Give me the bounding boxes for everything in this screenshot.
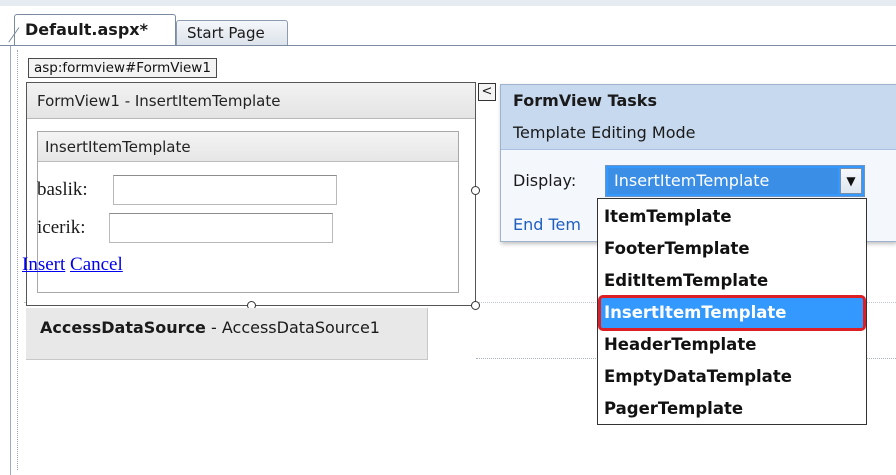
datasource-name: AccessDataSource1 bbox=[221, 318, 380, 337]
access-datasource-control[interactable]: AccessDataSource - AccessDataSource1 bbox=[26, 308, 428, 360]
dropdown-option-edititemtemplate[interactable]: EditItemTemplate bbox=[598, 265, 866, 297]
cancel-link[interactable]: Cancel bbox=[70, 254, 123, 275]
display-select-value: InsertItemTemplate bbox=[608, 168, 838, 194]
tasks-panel-header: FormView Tasks Template Editing Mode bbox=[501, 85, 896, 150]
icerik-input[interactable] bbox=[109, 213, 333, 243]
smart-tag-collapse-icon[interactable]: < bbox=[478, 83, 496, 101]
dropdown-option-insertitemtemplate[interactable]: InsertItemTemplate bbox=[598, 295, 866, 331]
template-dropdown-list: ItemTemplate FooterTemplate EditItemTemp… bbox=[597, 198, 867, 425]
chevron-down-icon[interactable]: ▼ bbox=[840, 168, 862, 194]
action-links: Insert Cancel bbox=[22, 254, 123, 276]
document-tab-strip: Default.aspx* Start Page bbox=[0, 0, 896, 48]
tab-start-page[interactable]: Start Page bbox=[176, 20, 288, 45]
formview-header: FormView1 - InsertItemTemplate bbox=[27, 83, 475, 119]
tab-default-aspx[interactable]: Default.aspx* bbox=[14, 14, 176, 45]
template-header: InsertItemTemplate bbox=[38, 132, 458, 162]
dropdown-option-pagertemplate[interactable]: PagerTemplate bbox=[598, 393, 866, 425]
template-editing-mode-label: Template Editing Mode bbox=[513, 123, 696, 142]
display-label: Display: bbox=[513, 171, 577, 190]
resize-handle-corner[interactable] bbox=[471, 301, 480, 310]
end-template-editing-link[interactable]: End Tem bbox=[513, 215, 581, 234]
tab-strip-top-bar bbox=[0, 0, 896, 6]
dropdown-option-footertemplate[interactable]: FooterTemplate bbox=[598, 233, 866, 265]
page-margin-guide bbox=[17, 50, 18, 470]
dropdown-option-headertemplate[interactable]: HeaderTemplate bbox=[598, 329, 866, 361]
datasource-type: AccessDataSource bbox=[40, 318, 206, 337]
control-tag-label[interactable]: asp:formview#FormView1 bbox=[28, 58, 217, 78]
insert-link[interactable]: Insert bbox=[22, 254, 65, 275]
datasource-separator: - bbox=[205, 318, 222, 337]
resize-handle-right[interactable] bbox=[471, 186, 480, 195]
dropdown-option-itemtemplate[interactable]: ItemTemplate bbox=[598, 201, 866, 233]
dropdown-option-emptydatatemplate[interactable]: EmptyDataTemplate bbox=[598, 361, 866, 393]
baslik-label: baslik: bbox=[37, 179, 88, 200]
display-template-select[interactable]: InsertItemTemplate ▼ bbox=[605, 165, 865, 197]
icerik-label: icerik: bbox=[37, 217, 86, 238]
baslik-input[interactable] bbox=[113, 175, 337, 205]
tasks-title: FormView Tasks bbox=[513, 91, 657, 110]
